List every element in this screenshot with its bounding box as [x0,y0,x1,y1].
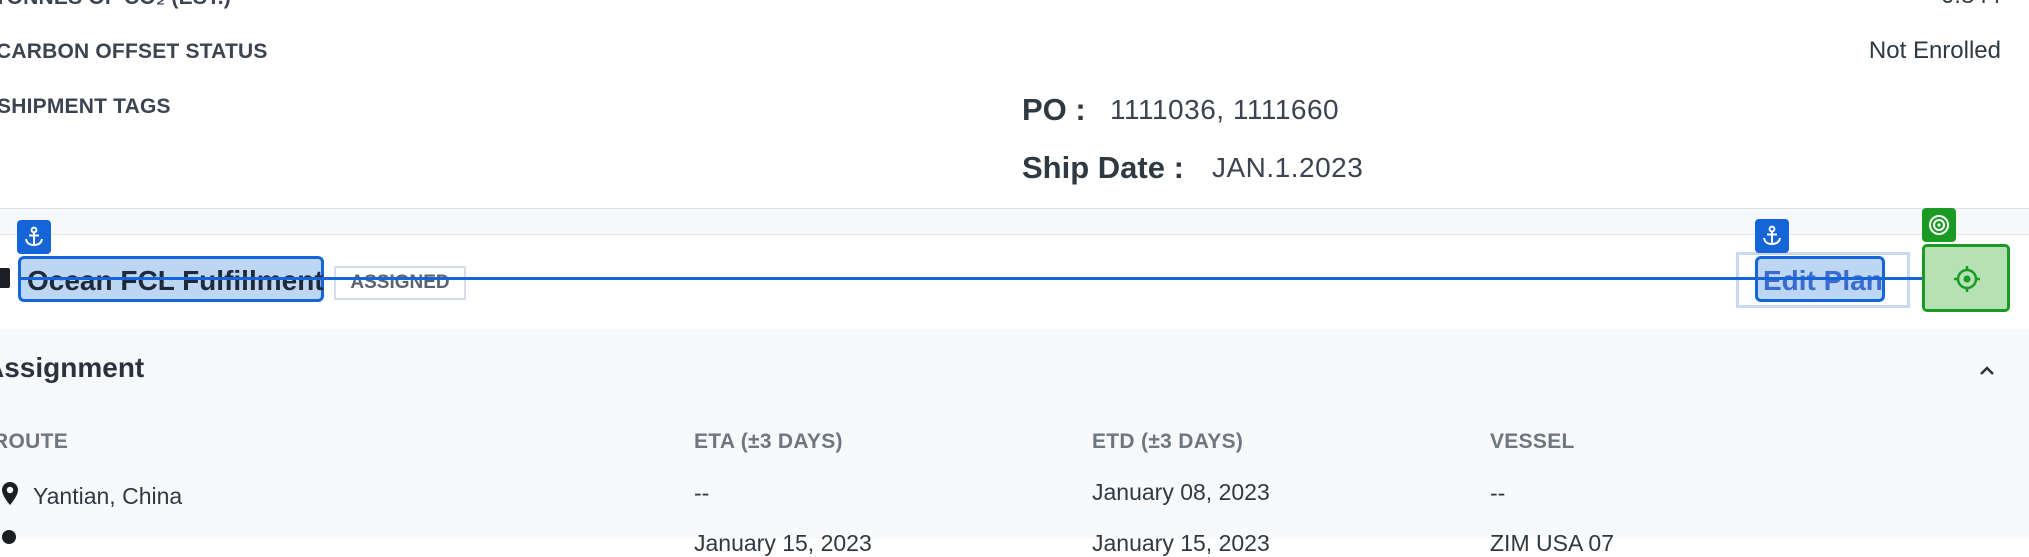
anchor-icon [17,220,51,254]
chevron-up-icon [1980,366,1994,375]
map-pin-icon [2,482,18,505]
etd-cell: January 15, 2023 [1092,530,1270,556]
vessel-cell: ZIM USA 07 [1490,530,1614,556]
locate-button[interactable] [1922,244,2010,312]
eta-cell: January 15, 2023 [694,530,872,556]
ship-date-value: JAN.1.2023 [1212,152,1364,183]
vessel-cell: -- [1490,480,1506,506]
edit-plan-label: Edit Plan [1763,265,1883,296]
status-badge-label: ASSIGNED [350,272,450,293]
ship-icon [0,268,10,288]
column-header-etd: ETD (±3 DAYS) [1092,430,1244,453]
target-icon [1922,208,1956,242]
ship-date-key: Ship Date : [1022,150,1184,185]
column-header-vessel: VESSEL [1490,430,1575,453]
eta-cell: -- [694,480,710,506]
etd-cell: January 08, 2023 [1092,479,1270,505]
status-badge: ASSIGNED [334,266,466,300]
po-value: 1111036, 1111660 [1110,94,1340,125]
section-divider [0,208,2029,235]
co2-value: 0.844 [1941,0,2001,10]
offset-status-value: Not Enrolled [1868,37,2001,64]
assignment-title: Assignment [0,352,145,383]
shipment-tags-label: SHIPMENT TAGS [0,95,171,118]
anchor-icon [1755,219,1789,253]
po-key: PO : [1022,92,1086,127]
crosshair-icon [1954,266,1980,292]
collapse-toggle[interactable] [1972,355,2002,385]
annotation-connector-line [18,277,1922,280]
plan-title: Ocean FCL Fulfillment [27,265,324,296]
offset-status-label: CARBON OFFSET STATUS [0,40,268,63]
assignment-section [0,329,2029,539]
column-header-eta: ETA (±3 DAYS) [694,430,843,453]
map-pin-icon [2,530,16,544]
column-header-route: ROUTE [0,430,68,453]
co2-label: TONNES OF CO₂ (EST.) [0,0,231,10]
route-cell: Yantian, China [33,483,183,509]
